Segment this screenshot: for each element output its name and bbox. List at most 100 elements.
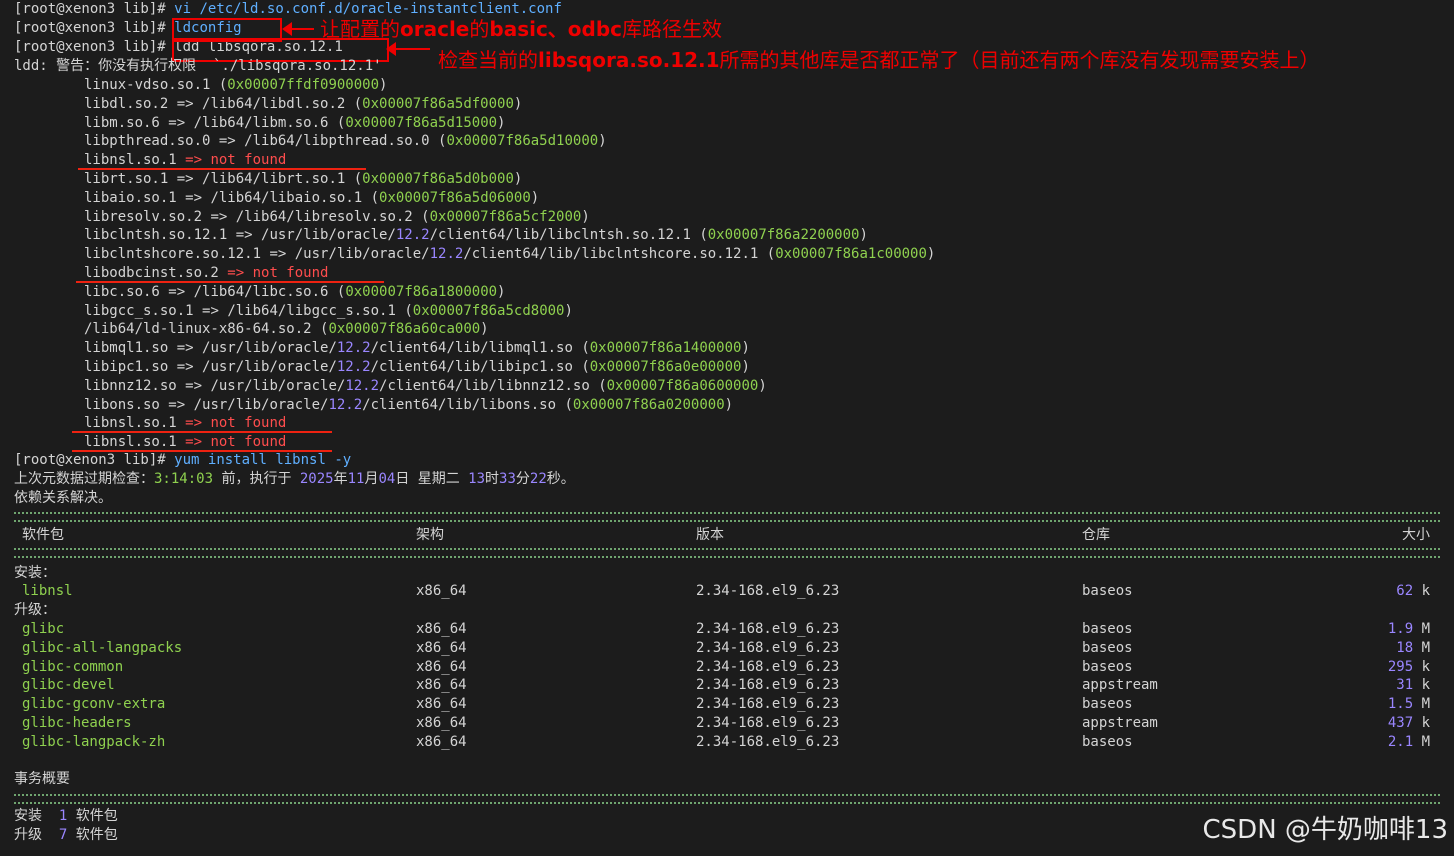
summary-row: 升级 7 软件包 xyxy=(14,826,118,845)
package-repo: baseos xyxy=(1082,733,1133,750)
size-unit: k xyxy=(1413,715,1430,731)
library-name: libnsl.so.1 xyxy=(84,415,186,432)
paren: ( xyxy=(564,396,573,413)
ldd-line: libclntsh.so.12.1 => /usr/lib/oracle/12.… xyxy=(84,226,868,245)
upgrade-label: 升级： xyxy=(14,602,56,618)
size-unit: M xyxy=(1413,696,1430,713)
library-path: /usr/lib/oracle/ xyxy=(193,396,329,413)
library-name: libnsl.so.1 xyxy=(84,152,186,169)
ldd-line: libpthread.so.0 => /lib64/libpthread.so.… xyxy=(84,132,607,151)
arrow-text: => xyxy=(176,359,203,375)
prompt-hash: # xyxy=(157,1,166,17)
library-name: librt.so.1 xyxy=(84,171,177,187)
library-path: /usr/lib/oracle/ xyxy=(202,359,337,375)
terminal-window[interactable]: [root@xenon3 lib]# vi /etc/ld.so.conf.d/… xyxy=(0,0,1454,856)
arrow-text: => xyxy=(218,133,245,150)
arrow-text: => xyxy=(168,114,194,131)
summary-row: 安装 1 软件包 xyxy=(14,807,118,826)
paren: ) xyxy=(581,208,590,225)
library-name: libclntsh.so.12.1 xyxy=(84,227,236,244)
library-path-version: 12.2 xyxy=(328,396,363,413)
library-path: /lib64/libdl.so.2 xyxy=(202,95,354,112)
ldd-line: libgcc_s.so.1 => /lib64/libgcc_s.so.1 (0… xyxy=(84,302,573,321)
package-arch: x86_64 xyxy=(416,733,467,750)
table-separator xyxy=(14,794,1440,804)
prompt-hash: # xyxy=(157,452,166,468)
arrow-text: => xyxy=(176,340,203,357)
arrow-text: => xyxy=(176,95,203,112)
library-path: /usr/lib/oracle/ xyxy=(210,377,346,394)
library-address: 0x00007f86a5d15000 xyxy=(345,114,498,131)
paren: ) xyxy=(497,114,506,131)
paren: ) xyxy=(379,77,388,93)
library-path-version: 12.2 xyxy=(345,377,380,394)
install-label: 安装： xyxy=(14,565,56,581)
library-address: 0x00007f86a0200000 xyxy=(572,396,725,413)
library-name: libnsl.so.1 xyxy=(84,434,186,451)
size-value: 1.9 xyxy=(1387,621,1414,637)
library-name: libons.so xyxy=(84,396,169,413)
ldd-warning: ldd: 警告：你没有执行权限 `./libsqora.so.12.1' xyxy=(14,58,382,74)
library-path: /lib64/librt.so.1 xyxy=(202,171,354,187)
command-text: yum install libnsl -y xyxy=(174,452,352,468)
library-name: libaio.so.1 xyxy=(84,189,186,206)
header-size: 大小 xyxy=(1402,527,1430,543)
library-path: /client64/lib/libclntsh.so.12.1 xyxy=(429,227,700,244)
ldd-line: libc.so.6 => /lib64/libc.so.6 (0x00007f8… xyxy=(84,283,505,302)
prompt-hash: # xyxy=(157,20,166,36)
size-unit: k xyxy=(1413,658,1430,675)
paren: ) xyxy=(598,133,607,150)
deps-resolved: 依赖关系解决。 xyxy=(14,490,112,506)
library-address: 0x00007f86a1400000 xyxy=(589,340,742,357)
library-path-version: 12.2 xyxy=(395,227,430,244)
size-unit: M xyxy=(1413,733,1430,750)
arrow-text: => xyxy=(235,227,262,244)
package-version: 2.34-168.el9_6.23 xyxy=(696,696,840,713)
paren: ) xyxy=(859,227,868,244)
size-unit: M xyxy=(1413,639,1430,656)
library-address: 0x00007f86a60ca000 xyxy=(328,321,481,338)
library-address: 0x00007f86a5df0000 xyxy=(362,95,514,112)
paren: ) xyxy=(497,283,506,300)
package-version: 2.34-168.el9_6.23 xyxy=(696,658,840,675)
library-path: /lib64/libaio.so.1 xyxy=(210,189,371,206)
library-name: libclntshcore.so.12.1 xyxy=(84,246,270,263)
library-name: libpthread.so.0 xyxy=(84,133,219,150)
package-version: 2.34-168.el9_6.23 xyxy=(696,733,840,750)
package-size: 18 M xyxy=(1396,639,1430,658)
size-unit: k xyxy=(1413,677,1430,694)
library-path: /lib64/libc.so.6 xyxy=(193,283,337,300)
ldd-line: linux-vdso.so.1 (0x00007ffdf0900000) xyxy=(84,76,387,95)
package-size: 295 k xyxy=(1388,658,1430,677)
paren: ) xyxy=(513,171,523,187)
not-found-status: => not found xyxy=(185,152,287,169)
package-repo: baseos xyxy=(1082,621,1133,637)
package-repo: baseos xyxy=(1082,583,1133,599)
summary-label: 升级 xyxy=(14,827,59,843)
size-value: 62 xyxy=(1396,583,1414,599)
not-found-status: => not found xyxy=(227,265,329,281)
ldconfig-annotation: 让配置的oracle的basic、odbc库路径生效 xyxy=(320,17,723,41)
summary-unit: 软件包 xyxy=(67,808,118,824)
ldd-line: librt.so.1 => /lib64/librt.so.1 (0x00007… xyxy=(84,170,522,189)
arrow-text: => xyxy=(210,208,236,225)
library-path: /lib64/libresolv.so.2 xyxy=(235,208,422,225)
size-value: 2.1 xyxy=(1387,733,1414,750)
library-address: 0x00007ffdf0900000 xyxy=(227,77,380,93)
annotation-arrow-icon xyxy=(282,22,314,36)
watermark: CSDN @牛奶咖啡13 xyxy=(1202,815,1448,845)
library-name: linux-vdso.so.1 xyxy=(84,77,219,93)
not-found-status: => not found xyxy=(185,415,287,432)
arrow-text: => xyxy=(176,171,203,187)
paren: ) xyxy=(758,377,767,394)
prompt: [root@xenon3 lib] xyxy=(14,39,158,55)
header-package: 软件包 xyxy=(22,527,64,543)
package-version: 2.34-168.el9_6.23 xyxy=(696,639,840,656)
library-address: 0x00007f86a2200000 xyxy=(707,227,860,244)
library-name: libc.so.6 xyxy=(84,283,169,300)
ldd-line: libipc1.so => /usr/lib/oracle/12.2/clien… xyxy=(84,358,750,377)
paren: ) xyxy=(530,189,540,206)
library-address: 0x00007f86a1800000 xyxy=(345,283,498,300)
package-name: glibc-common xyxy=(22,658,124,675)
package-size: 1.5 M xyxy=(1388,695,1430,714)
